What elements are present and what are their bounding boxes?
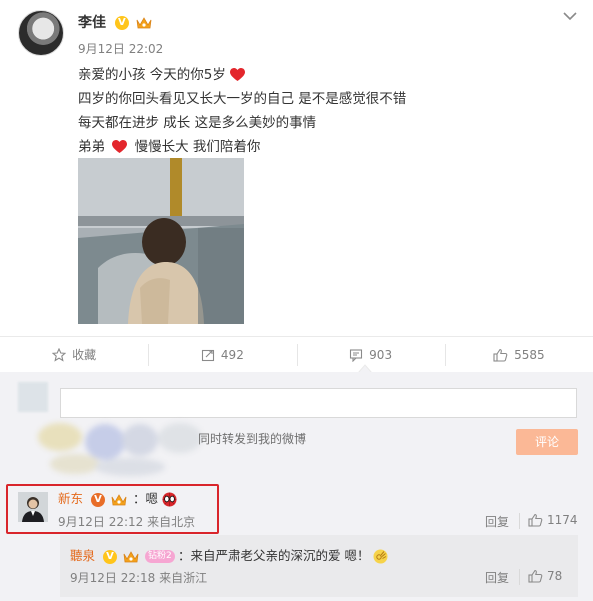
crown-icon: [136, 17, 152, 29]
post-line-3: 每天都在进步 成长 这是多么美妙的事情: [78, 115, 317, 131]
comment-item: 新东 V ：嗯 9月12日 22:12 来自北京 回复 1174: [0, 482, 593, 540]
commenter-avatar[interactable]: [18, 492, 48, 522]
favorite-label: 收藏: [72, 348, 97, 362]
post-photo[interactable]: [78, 158, 244, 324]
thumbs-up-icon: [528, 569, 543, 583]
divider: [519, 513, 520, 529]
replier-row: 聽泉 V 钻粉2: [70, 545, 175, 564]
commenter-row: 新东 V: [58, 488, 127, 507]
verified-icon: V: [103, 549, 117, 564]
reply-button[interactable]: 回复: [485, 513, 509, 530]
comment-count: 903: [369, 347, 393, 362]
verified-icon: V: [91, 492, 105, 507]
heart-icon: [230, 68, 246, 81]
divider: [519, 569, 520, 585]
spiderman-emoji-icon: [162, 492, 177, 507]
heart-icon: [112, 140, 128, 153]
author-row: 李佳 V: [78, 12, 152, 32]
forward-button[interactable]: 492: [148, 337, 296, 372]
comment-input[interactable]: [60, 388, 577, 418]
weibo-post: 李佳 V 9月12日 22:02 亲爱的小孩 今天的你5岁 四岁的你回头看见又长…: [0, 0, 593, 336]
like-count: 5585: [514, 347, 545, 362]
reply-time: 9月12日 22:18 来自浙江: [70, 571, 208, 585]
ok-hand-emoji-icon: [373, 549, 388, 564]
like-button[interactable]: 5585: [444, 337, 593, 372]
post-body: 亲爱的小孩 今天的你5岁 四岁的你回头看见又长大一岁的自己 是不是感觉很不错 每…: [78, 63, 406, 159]
replier-name[interactable]: 聽泉: [70, 548, 95, 563]
reply-like-button[interactable]: 78: [528, 569, 562, 583]
thumbs-up-icon: [493, 348, 508, 362]
reply-button[interactable]: 回复: [485, 569, 509, 586]
post-action-bar: 收藏 492 903 5585: [0, 336, 593, 372]
comment-icon: [350, 348, 363, 362]
thumbs-up-icon: [528, 513, 543, 527]
star-icon: [52, 347, 67, 362]
author-avatar[interactable]: [18, 10, 64, 56]
forward-to-my-weibo-option[interactable]: 同时转发到我的微博: [198, 430, 306, 447]
my-avatar: [18, 382, 48, 412]
reply-like-count: 78: [547, 569, 563, 583]
post-line-1: 亲爱的小孩 今天的你5岁: [78, 63, 406, 87]
submit-comment-button[interactable]: 评论: [516, 429, 578, 455]
chevron-down-icon[interactable]: [562, 10, 578, 22]
fan-level-badge: 钻粉2: [144, 550, 175, 563]
crown-icon: [111, 493, 127, 505]
forward-count: 492: [220, 347, 244, 362]
comment-like-button[interactable]: 1174: [528, 513, 578, 527]
comment-like-count: 1174: [547, 513, 578, 527]
pointer-caret-icon: [358, 364, 372, 373]
reply-text: ：来自严肃老父亲的深沉的爱 嗯！: [178, 545, 388, 564]
crown-icon: [123, 550, 139, 562]
comment-text: ：嗯: [133, 488, 177, 507]
post-line-4: 弟弟 慢慢长大 我们陪着你: [78, 139, 261, 155]
share-icon: [201, 349, 214, 361]
author-name[interactable]: 李佳: [78, 15, 106, 31]
favorite-button[interactable]: 收藏: [0, 337, 148, 372]
nested-reply: 聽泉 V 钻粉2 ：来自严肃老父亲的深沉的爱 嗯！ 9月12日 22:18 来自…: [60, 535, 578, 597]
post-line-2: 四岁的你回头看见又长大一岁的自己 是不是感觉很不错: [78, 91, 407, 107]
post-time[interactable]: 9月12日 22:02: [78, 40, 163, 57]
comment-time: 9月12日 22:12 来自北京: [58, 515, 196, 529]
commenter-name[interactable]: 新东: [58, 491, 83, 506]
verified-icon: V: [114, 16, 129, 30]
